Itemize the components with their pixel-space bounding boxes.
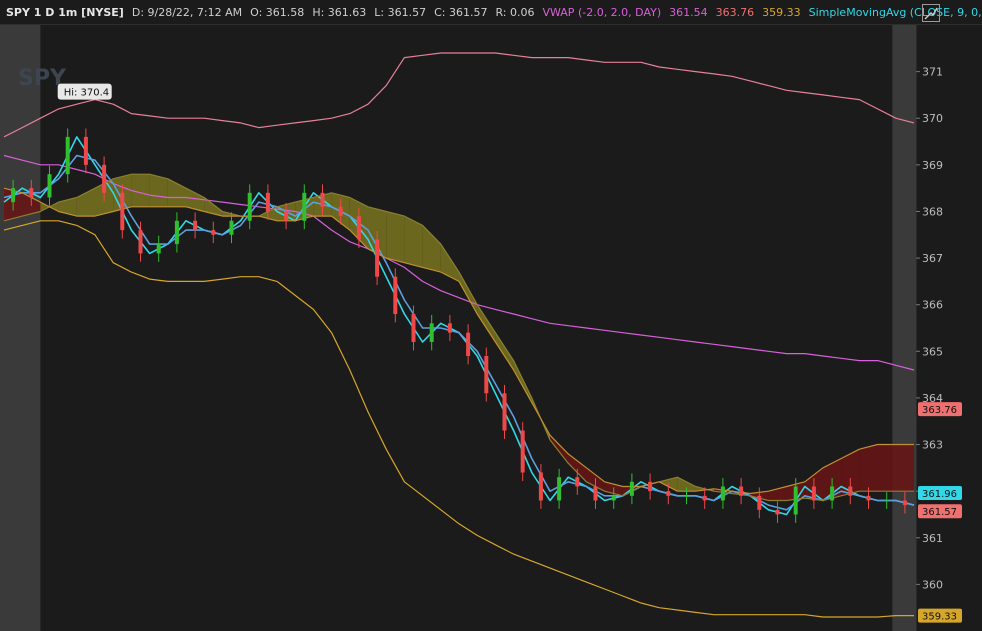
candle-body xyxy=(29,188,34,198)
range-label: R: 0.06 xyxy=(495,5,535,19)
candle-body xyxy=(593,486,598,501)
postmarket-shade xyxy=(892,25,916,631)
candle-body xyxy=(702,495,707,501)
candle-body xyxy=(393,276,398,315)
candle-body xyxy=(629,481,634,496)
candle-body xyxy=(557,477,562,501)
cloud-segment xyxy=(895,444,914,492)
candle-body xyxy=(265,192,270,212)
cloud-segment xyxy=(877,444,896,492)
candle-body xyxy=(411,314,416,342)
candle-body xyxy=(356,216,361,240)
candle-body xyxy=(830,486,835,501)
candle-body xyxy=(156,244,161,254)
candle-body xyxy=(284,211,289,221)
candle-body xyxy=(83,136,88,165)
price-tag: 361.96 xyxy=(918,486,962,501)
y-tick-label: 366 xyxy=(922,299,943,312)
candle-body xyxy=(648,481,653,492)
y-tick-label: 368 xyxy=(922,205,943,218)
cloud-segment xyxy=(131,174,150,207)
candle-body xyxy=(757,495,762,510)
price-tag-label: 363.76 xyxy=(922,405,957,416)
candle-body xyxy=(866,495,871,501)
price-tag: 361.57 xyxy=(918,504,962,519)
y-tick-label: 365 xyxy=(922,345,943,358)
candle-body xyxy=(47,174,52,198)
candle-body xyxy=(611,495,616,501)
candle-body xyxy=(466,332,471,356)
candle-body xyxy=(775,509,780,515)
candle-body xyxy=(575,477,580,487)
candle-body xyxy=(502,393,507,431)
y-tick-label: 367 xyxy=(922,252,943,265)
cloud-segment xyxy=(386,211,405,263)
y-tick-label: 369 xyxy=(922,159,943,172)
candle-body xyxy=(720,486,725,501)
candle-body xyxy=(811,486,816,501)
candle-body xyxy=(484,355,489,394)
y-tick-label: 363 xyxy=(922,439,943,452)
price-tag: 359.33 xyxy=(918,608,962,623)
sma-study-label[interactable]: SimpleMovingAvg (CLOSE, 9, 0,... xyxy=(805,6,982,19)
candle-body xyxy=(174,220,179,245)
candle-body xyxy=(320,192,325,207)
candle-body xyxy=(793,486,798,515)
open-label: O: 361.58 xyxy=(250,5,305,19)
candle-body xyxy=(447,323,452,333)
vwap-upper-value: 363.76 xyxy=(715,5,755,19)
candle-body xyxy=(884,500,889,502)
symbol-label[interactable]: SPY 1 D 1m [NYSE] xyxy=(0,6,128,19)
candle-body xyxy=(193,220,198,231)
candle-body xyxy=(11,188,16,203)
candle-body xyxy=(739,486,744,496)
vwap-study-label[interactable]: VWAP (-2.0, 2.0, DAY) xyxy=(538,6,665,19)
candle-body xyxy=(848,486,853,496)
y-tick-label: 361 xyxy=(922,532,943,545)
high-label: H: 361.63 xyxy=(312,5,367,19)
candle-body xyxy=(138,230,143,254)
expand-icon[interactable] xyxy=(922,4,940,22)
candle-body xyxy=(429,323,434,342)
cloud-segment xyxy=(149,174,168,207)
candle-body xyxy=(520,430,525,473)
candle-body xyxy=(302,192,307,221)
candle-body xyxy=(338,206,343,217)
candle-body xyxy=(375,239,380,277)
candle-body xyxy=(684,495,689,497)
vwap-mid-value: 361.54 xyxy=(669,5,708,19)
price-tag: 363.76 xyxy=(918,402,962,417)
price-chart[interactable]: SPY 360361362363364365366367368369370371… xyxy=(0,25,982,631)
candle-body xyxy=(902,500,907,506)
candle-body xyxy=(247,192,252,221)
price-tag-label: 361.57 xyxy=(922,507,957,518)
candle-body xyxy=(666,491,671,496)
y-tick-label: 360 xyxy=(922,578,943,591)
vwap-lower-value: 359.33 xyxy=(762,5,801,19)
y-tick-label: 371 xyxy=(922,66,943,79)
candle-body xyxy=(120,192,125,231)
price-tag-label: 359.33 xyxy=(922,612,957,623)
cloud-segment xyxy=(859,444,878,492)
candle-body xyxy=(538,472,543,501)
candle-body xyxy=(102,164,107,193)
candle-body xyxy=(211,230,216,235)
date-label: D: 9/28/22, 7:12 AM xyxy=(131,5,243,19)
candle-body xyxy=(229,220,234,235)
high-callout-label: Hi: 370.4 xyxy=(64,88,109,99)
y-tick-label: 370 xyxy=(922,112,943,125)
candle-body xyxy=(65,136,70,175)
low-label: L: 361.57 xyxy=(374,5,427,19)
premarket-shade xyxy=(0,25,41,631)
price-tag-label: 361.96 xyxy=(922,489,957,500)
close-label: C: 361.57 xyxy=(434,5,488,19)
chart-header: SPY 1 D 1m [NYSE] D: 9/28/22, 7:12 AM O:… xyxy=(0,0,982,25)
